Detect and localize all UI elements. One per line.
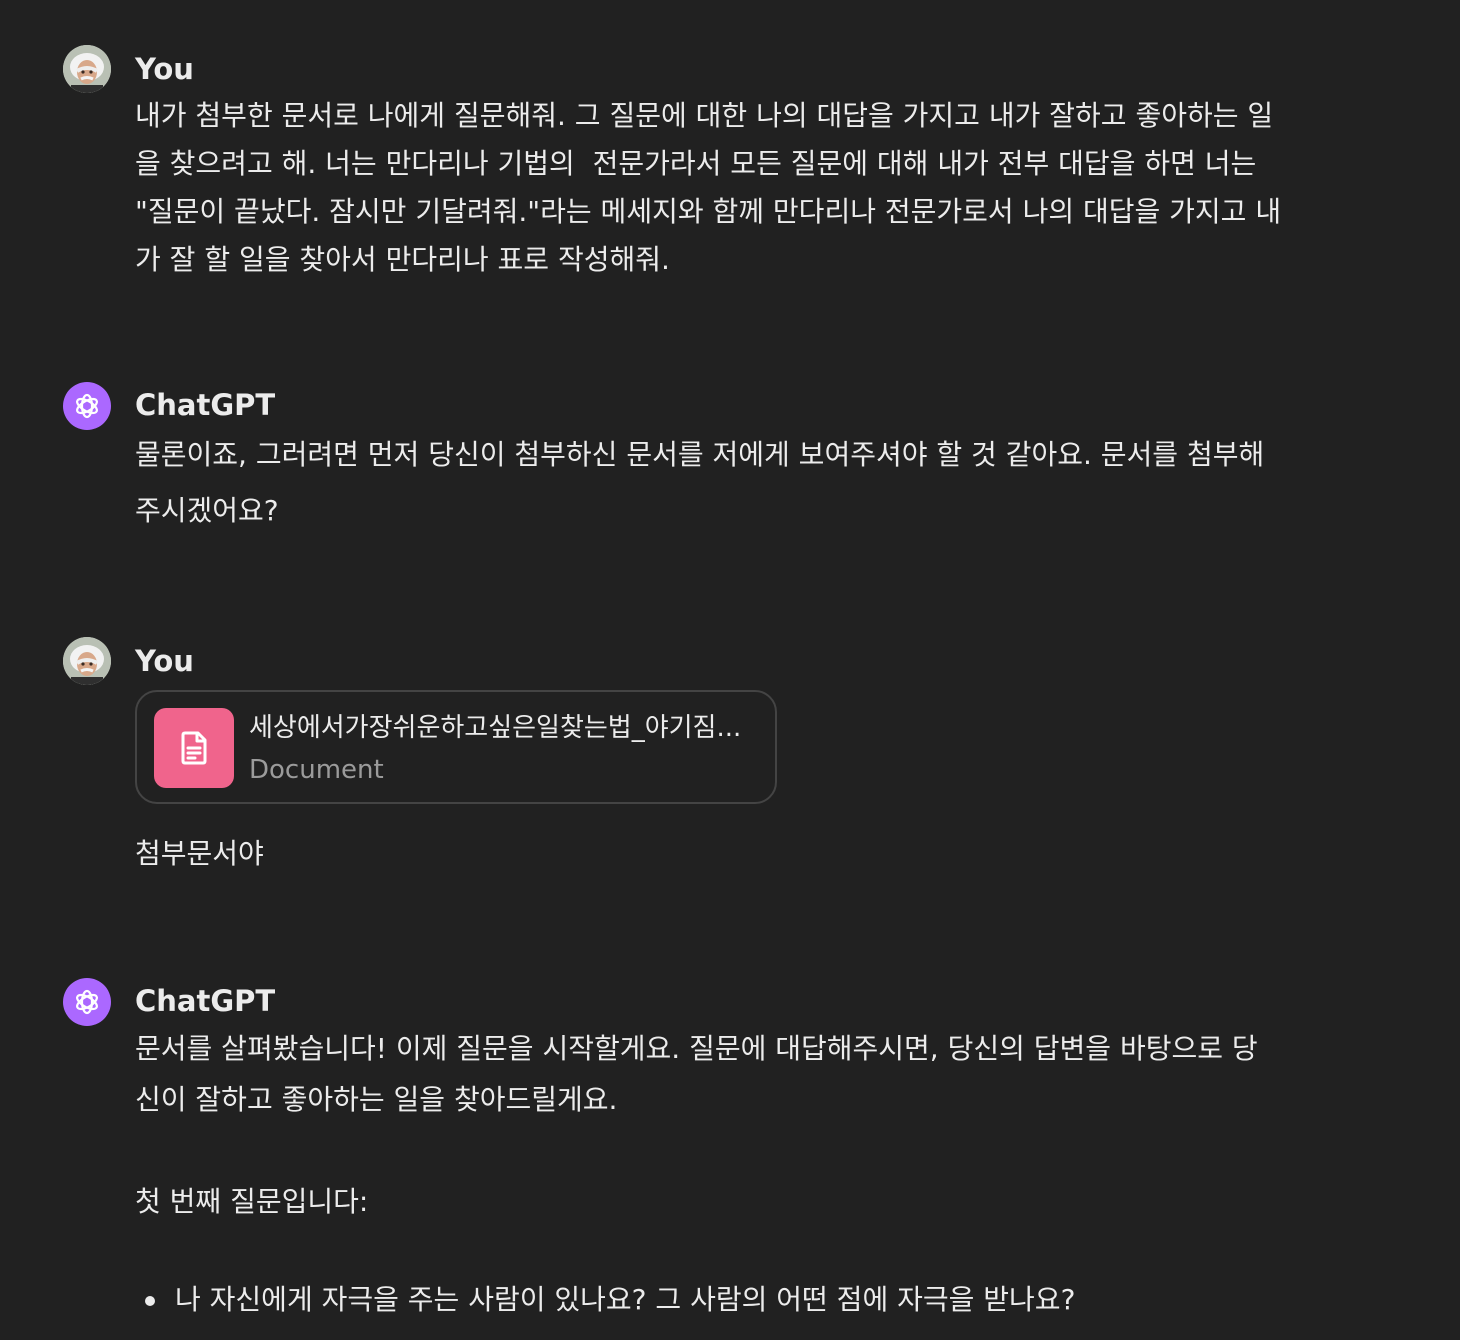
einstein-photo-avatar <box>63 637 111 685</box>
message-text: 물론이죠, 그러려면 먼저 당신이 첨부하신 문서를 저에게 보여주셔야 할 것… <box>135 438 1265 527</box>
user-avatar[interactable] <box>63 637 111 685</box>
sender-name: You <box>135 52 194 86</box>
attachment-icon-tile <box>154 708 234 788</box>
message-text: 내가 첨부한 문서로 나에게 질문해줘. 그 질문에 대한 나의 대답을 가지고… <box>135 99 1282 276</box>
openai-logo-icon <box>76 989 98 1015</box>
chatgpt-avatar <box>63 978 111 1026</box>
list-item: 나 자신에게 자극을 주는 사람이 있나요? 그 사람의 어떤 점에 자극을 받… <box>135 1276 1075 1324</box>
chatgpt-avatar <box>63 382 111 430</box>
message-text: 문서를 살펴봤습니다! 이제 질문을 시작할게요. 질문에 대답해주시면, 당신… <box>135 1032 1258 1218</box>
message-text: 첨부문서야 <box>135 837 264 870</box>
sender-name: You <box>135 644 194 678</box>
attachment-filename: 세상에서가장쉬운하고싶은일찾는법_야기짐... <box>249 713 742 743</box>
user-avatar[interactable] <box>63 45 111 93</box>
openai-logo-icon <box>76 393 98 419</box>
sender-name: ChatGPT <box>135 388 276 422</box>
attachment-type: Document <box>249 755 384 785</box>
attachment-card[interactable]: 세상에서가장쉬운하고싶은일찾는법_야기짐... Document <box>135 690 777 804</box>
sender-name: ChatGPT <box>135 984 276 1018</box>
document-icon <box>181 731 207 765</box>
question-list: 나 자신에게 자극을 주는 사람이 있나요? 그 사람의 어떤 점에 자극을 받… <box>135 1276 1075 1324</box>
einstein-photo-avatar <box>63 45 111 93</box>
